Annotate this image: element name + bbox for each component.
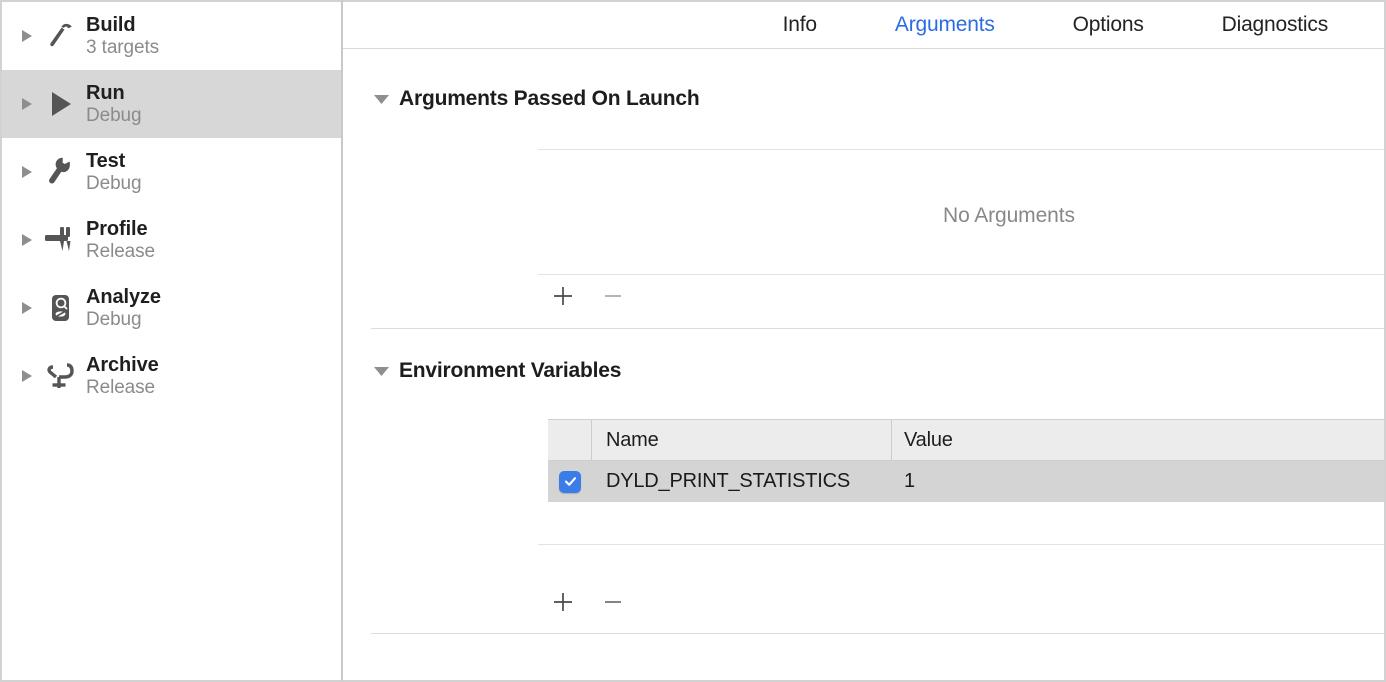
row-value-cell[interactable]: 1 <box>892 461 1384 502</box>
sidebar-item-archive[interactable]: Archive Release <box>2 342 341 410</box>
row-name-cell[interactable]: DYLD_PRINT_STATISTICS <box>592 461 892 502</box>
sidebar-item-run[interactable]: Run Debug <box>2 70 341 138</box>
tab-bar: Info Arguments Options Diagnostics <box>343 2 1384 49</box>
table-header-name-cell[interactable]: Name <box>592 420 892 460</box>
remove-argument-button[interactable] <box>596 279 630 313</box>
sidebar-item-analyze[interactable]: Analyze Debug <box>2 274 341 342</box>
scheme-actions-sidebar: Build 3 targets Run Debug Test Debug Pro… <box>0 0 343 682</box>
column-header-name: Name <box>606 428 659 451</box>
arguments-section-header[interactable]: Arguments Passed On Launch <box>373 87 700 111</box>
arguments-add-remove-controls <box>546 279 630 313</box>
environment-add-remove-controls <box>546 585 630 619</box>
sidebar-item-text-analyze: Analyze Debug <box>86 286 161 331</box>
sidebar-item-text-build: Build 3 targets <box>86 14 159 59</box>
disclosure-triangle-run[interactable] <box>18 97 36 111</box>
column-header-value: Value <box>904 428 953 451</box>
environment-section-header[interactable]: Environment Variables <box>373 359 621 383</box>
sidebar-item-subtitle: Release <box>86 377 156 399</box>
sidebar-item-test[interactable]: Test Debug <box>2 138 341 206</box>
disclosure-triangle-archive[interactable] <box>18 369 36 383</box>
arguments-list-bottom-rule <box>538 274 1384 275</box>
sidebar-item-text-run: Run Debug <box>86 82 142 127</box>
sidebar-item-subtitle: Release <box>86 241 156 263</box>
checkbox-checked-icon[interactable] <box>559 470 581 493</box>
sidebar-item-title: Analyze <box>86 285 161 308</box>
arguments-section-divider <box>371 328 1384 329</box>
sidebar-item-subtitle: Debug <box>86 309 142 331</box>
analyze-icon <box>40 291 80 325</box>
sidebar-item-title: Profile <box>86 217 148 240</box>
remove-environment-variable-button[interactable] <box>596 585 630 619</box>
no-arguments-label: No Arguments <box>943 204 1075 227</box>
chevron-down-icon-arguments[interactable] <box>373 93 395 105</box>
sidebar-item-build[interactable]: Build 3 targets <box>2 2 341 70</box>
sidebar-item-text-profile: Profile Release <box>86 218 155 263</box>
caliper-icon <box>40 223 80 257</box>
sidebar-item-subtitle: Debug <box>86 105 142 127</box>
sidebar-item-title: Test <box>86 149 126 172</box>
tab-options[interactable]: Options <box>1073 13 1144 37</box>
sidebar-item-title: Build <box>86 13 136 36</box>
env-variable-value: 1 <box>904 470 915 492</box>
disclosure-triangle-analyze[interactable] <box>18 301 36 315</box>
table-row[interactable]: DYLD_PRINT_STATISTICS 1 <box>548 461 1384 502</box>
environment-list-bottom-rule <box>538 544 1384 545</box>
scheme-detail-pane: Info Arguments Options Diagnostics Argum… <box>343 0 1386 682</box>
section-title: Arguments Passed On Launch <box>399 87 700 110</box>
tab-info[interactable]: Info <box>783 13 817 37</box>
table-header-value-cell[interactable]: Value <box>892 420 1384 460</box>
disclosure-triangle-profile[interactable] <box>18 233 36 247</box>
sidebar-item-title: Run <box>86 81 125 104</box>
sidebar-item-title: Archive <box>86 353 159 376</box>
clamp-icon <box>40 359 80 393</box>
section-title: Environment Variables <box>399 359 622 382</box>
scheme-editor-window: Build 3 targets Run Debug Test Debug Pro… <box>0 0 1386 682</box>
sidebar-item-subtitle: 3 targets <box>86 37 160 59</box>
chevron-down-icon-environment[interactable] <box>373 365 395 377</box>
sidebar-item-text-archive: Archive Release <box>86 354 159 399</box>
play-icon <box>40 87 80 121</box>
row-checkbox-cell[interactable] <box>548 461 592 502</box>
disclosure-triangle-test[interactable] <box>18 165 36 179</box>
arguments-list-top-rule <box>538 149 1384 150</box>
hammer-icon <box>40 19 80 53</box>
sidebar-item-text-test: Test Debug <box>86 150 142 195</box>
environment-section-divider <box>371 633 1384 634</box>
table-header-row: Name Value <box>548 419 1384 461</box>
arguments-panel: Arguments Passed On Launch No Arguments <box>343 49 1384 680</box>
table-header-checkbox-cell <box>548 420 592 460</box>
sidebar-item-profile[interactable]: Profile Release <box>2 206 341 274</box>
wrench-icon <box>40 155 80 189</box>
env-variable-name: DYLD_PRINT_STATISTICS <box>606 470 850 492</box>
add-argument-button[interactable] <box>546 279 580 313</box>
tab-arguments[interactable]: Arguments <box>895 13 995 37</box>
sidebar-item-subtitle: Debug <box>86 173 142 195</box>
tab-diagnostics[interactable]: Diagnostics <box>1222 13 1329 37</box>
environment-variables-table: Name Value DYLD_PRINT_STATISTICS 1 <box>548 419 1384 502</box>
disclosure-triangle-build[interactable] <box>18 29 36 43</box>
add-environment-variable-button[interactable] <box>546 585 580 619</box>
